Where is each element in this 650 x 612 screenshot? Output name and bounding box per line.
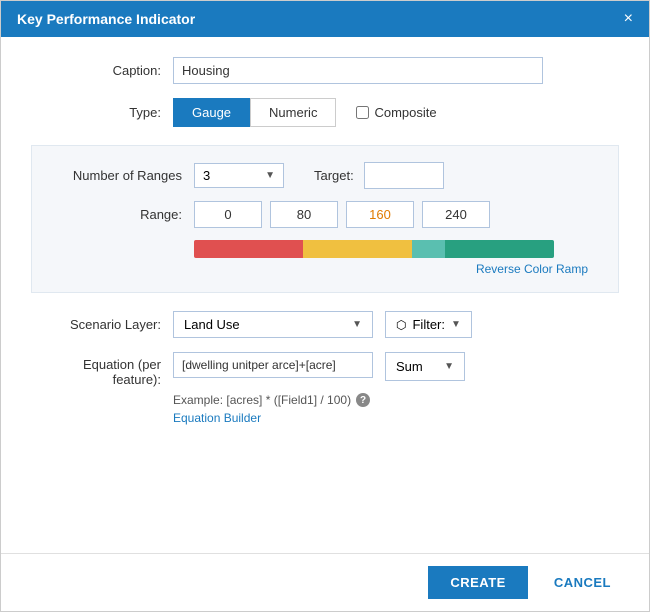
composite-checkbox[interactable] bbox=[356, 106, 369, 119]
gauge-button[interactable]: Gauge bbox=[173, 98, 250, 127]
numeric-button[interactable]: Numeric bbox=[250, 98, 336, 127]
range-label: Range: bbox=[52, 207, 182, 222]
target-label: Target: bbox=[314, 168, 354, 183]
scenario-row: Scenario Layer: Land Use ▼ ⬡ Filter: ▼ bbox=[31, 311, 619, 338]
dialog-title: Key Performance Indicator bbox=[17, 11, 195, 27]
help-icon[interactable]: ? bbox=[356, 393, 370, 407]
reverse-color-ramp-link[interactable]: Reverse Color Ramp bbox=[52, 262, 598, 276]
sum-dropdown[interactable]: Sum ▼ bbox=[385, 352, 465, 381]
filter-arrow-icon: ▼ bbox=[451, 319, 461, 330]
type-label: Type: bbox=[31, 105, 161, 120]
range-input-1[interactable] bbox=[270, 201, 338, 228]
filter-label: Filter: bbox=[412, 317, 445, 332]
num-ranges-value: 3 bbox=[203, 168, 210, 183]
caption-input[interactable] bbox=[173, 57, 543, 84]
ramp-yellow bbox=[303, 240, 412, 258]
dialog-header: Key Performance Indicator × bbox=[1, 1, 649, 37]
num-ranges-arrow-icon: ▼ bbox=[265, 170, 275, 181]
create-button[interactable]: CREATE bbox=[428, 566, 527, 599]
kpi-dialog: Key Performance Indicator × Caption: Typ… bbox=[0, 0, 650, 612]
composite-checkbox-label[interactable]: Composite bbox=[356, 105, 436, 120]
filter-icon: ⬡ bbox=[396, 318, 406, 332]
equation-row: Equation (per feature): Sum ▼ bbox=[31, 352, 619, 387]
range-section: Number of Ranges 3 ▼ Target: Range: bbox=[31, 145, 619, 293]
equation-input[interactable] bbox=[173, 352, 373, 378]
dialog-body: Caption: Type: Gauge Numeric Composite N… bbox=[1, 37, 649, 553]
type-row: Type: Gauge Numeric Composite bbox=[31, 98, 619, 127]
composite-label: Composite bbox=[374, 105, 436, 120]
range-input-3[interactable] bbox=[422, 201, 490, 228]
hint-text: Example: [acres] * ([Field1] / 100) bbox=[173, 393, 351, 407]
equation-label: Equation (per feature): bbox=[31, 352, 161, 387]
close-button[interactable]: × bbox=[624, 11, 633, 27]
equation-builder-link[interactable]: Equation Builder bbox=[173, 411, 619, 425]
color-ramp bbox=[194, 240, 554, 258]
range-inputs bbox=[194, 201, 490, 228]
ramp-teal bbox=[412, 240, 445, 258]
range-input-2[interactable] bbox=[346, 201, 414, 228]
dialog-footer: CREATE CANCEL bbox=[1, 553, 649, 611]
filter-button[interactable]: ⬡ Filter: ▼ bbox=[385, 311, 472, 338]
num-ranges-label: Number of Ranges bbox=[52, 168, 182, 183]
range-values-row: Range: bbox=[52, 201, 598, 228]
caption-row: Caption: bbox=[31, 57, 619, 84]
caption-label: Caption: bbox=[31, 63, 161, 78]
target-input[interactable] bbox=[364, 162, 444, 189]
range-input-0[interactable] bbox=[194, 201, 262, 228]
cancel-button[interactable]: CANCEL bbox=[536, 566, 629, 599]
num-ranges-dropdown[interactable]: 3 ▼ bbox=[194, 163, 284, 188]
scenario-label: Scenario Layer: bbox=[31, 317, 161, 332]
sum-value: Sum bbox=[396, 359, 423, 374]
num-ranges-row: Number of Ranges 3 ▼ Target: bbox=[52, 162, 598, 189]
scenario-value: Land Use bbox=[184, 317, 240, 332]
scenario-dropdown[interactable]: Land Use ▼ bbox=[173, 311, 373, 338]
ramp-green bbox=[445, 240, 554, 258]
ramp-red bbox=[194, 240, 303, 258]
type-buttons: Gauge Numeric Composite bbox=[173, 98, 437, 127]
equation-hint: Example: [acres] * ([Field1] / 100) ? bbox=[173, 393, 619, 407]
scenario-arrow-icon: ▼ bbox=[352, 319, 362, 330]
sum-arrow-icon: ▼ bbox=[444, 361, 454, 372]
